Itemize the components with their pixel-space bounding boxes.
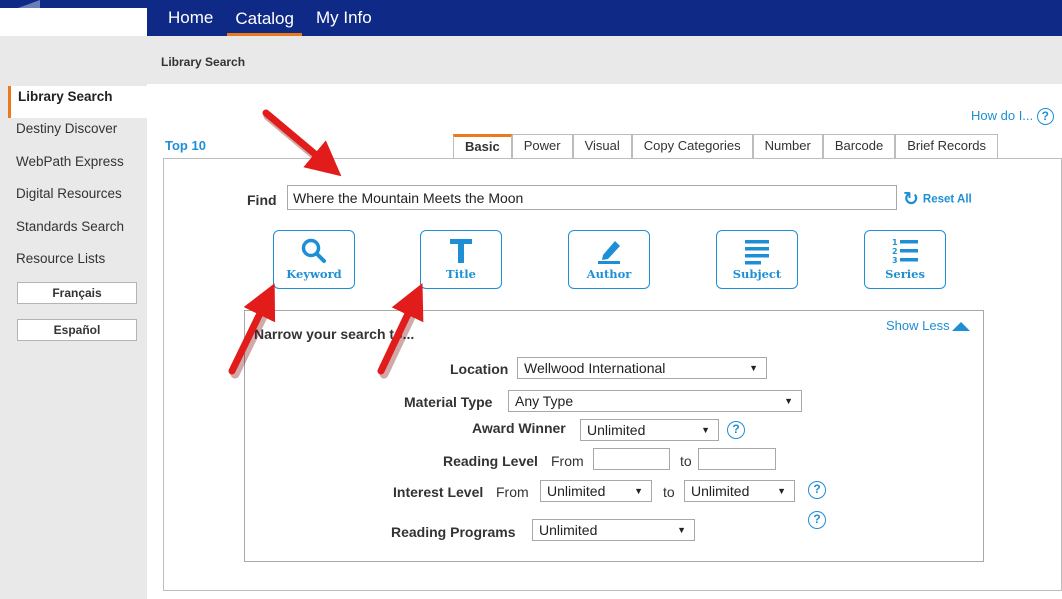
how-do-i-link[interactable]: How do I... ? — [971, 108, 1054, 126]
numbered-list-icon: 1 2 3 — [892, 238, 918, 265]
svg-text:1: 1 — [892, 238, 898, 247]
tab-barcode[interactable]: Barcode — [822, 134, 896, 159]
sidebar-item-webpath-express[interactable]: WebPath Express — [8, 151, 147, 183]
keyword-search-button[interactable]: Keyword — [273, 230, 355, 289]
programs-help-icon[interactable]: ? — [808, 511, 826, 529]
reading-level-from-input[interactable] — [593, 448, 670, 470]
page-title: Library Search — [161, 55, 246, 69]
reading-programs-value: Unlimited — [539, 522, 598, 538]
material-type-label: Material Type — [404, 394, 493, 410]
material-type-select[interactable]: Any Type ▼ — [508, 390, 802, 412]
nav-catalog[interactable]: Catalog — [227, 0, 302, 36]
find-label: Find — [247, 192, 277, 208]
interest-from-label: From — [496, 484, 529, 500]
award-winner-value: Unlimited — [587, 422, 646, 438]
nav-my-info[interactable]: My Info — [308, 0, 380, 36]
interest-from-value: Unlimited — [547, 483, 606, 499]
dropdown-arrow-icon: ▼ — [777, 486, 786, 496]
award-winner-select[interactable]: Unlimited ▼ — [580, 419, 719, 441]
show-less-label: Show Less — [886, 318, 950, 333]
reading-level-to-input[interactable] — [698, 448, 776, 470]
location-label: Location — [450, 361, 509, 377]
reading-programs-label: Reading Programs — [391, 524, 516, 540]
author-label: Author — [586, 267, 632, 281]
reading-to-label: to — [680, 453, 692, 469]
reading-from-label: From — [551, 453, 584, 469]
series-label: Series — [885, 267, 925, 281]
top-10-link[interactable]: Top 10 — [165, 138, 206, 153]
language-french-button[interactable]: Français — [17, 282, 137, 304]
author-search-button[interactable]: Author — [568, 230, 650, 289]
interest-to-value: Unlimited — [691, 483, 750, 499]
caret-up-icon — [951, 322, 970, 332]
location-select[interactable]: Wellwood International ▼ — [517, 357, 767, 379]
award-help-icon[interactable]: ? — [727, 421, 745, 439]
dropdown-arrow-icon: ▼ — [677, 525, 686, 535]
title-label: Title — [446, 267, 476, 281]
tab-copy-categories[interactable]: Copy Categories — [631, 134, 753, 159]
sidebar-item-library-search[interactable]: Library Search — [8, 86, 147, 118]
sidebar-item-digital-resources[interactable]: Digital Resources — [8, 183, 147, 215]
list-icon — [745, 240, 769, 265]
title-search-button[interactable]: Title — [420, 230, 502, 289]
sidebar-item-destiny-discover[interactable]: Destiny Discover — [8, 118, 147, 150]
dropdown-arrow-icon: ▼ — [749, 363, 758, 373]
subject-search-button[interactable]: Subject — [716, 230, 798, 289]
dropdown-arrow-icon: ▼ — [634, 486, 643, 496]
nav-home[interactable]: Home — [160, 0, 221, 36]
reset-all-button[interactable]: ↻ Reset All — [903, 188, 972, 211]
language-spanish-button[interactable]: Español — [17, 319, 137, 341]
pen-icon — [598, 241, 620, 264]
refresh-icon: ↻ — [903, 189, 919, 210]
search-tabs: Basic Power Visual Copy Categories Numbe… — [453, 134, 998, 159]
interest-level-from-select[interactable]: Unlimited ▼ — [540, 480, 652, 502]
sidebar-item-resource-lists[interactable]: Resource Lists — [8, 248, 147, 280]
interest-level-to-select[interactable]: Unlimited ▼ — [684, 480, 795, 502]
tab-visual[interactable]: Visual — [572, 134, 632, 159]
subject-label: Subject — [732, 267, 782, 281]
location-value: Wellwood International — [524, 360, 666, 376]
show-less-toggle[interactable]: Show Less — [886, 318, 970, 333]
tab-power[interactable]: Power — [511, 134, 573, 159]
tab-brief-records[interactable]: Brief Records — [895, 134, 998, 159]
nav-items: Home Catalog My Info — [160, 0, 380, 36]
interest-to-label: to — [663, 484, 675, 500]
material-type-value: Any Type — [515, 393, 574, 409]
find-input[interactable] — [287, 185, 897, 210]
search-icon — [301, 238, 326, 263]
interest-level-label: Interest Level — [393, 484, 484, 500]
interest-help-icon[interactable]: ? — [808, 481, 826, 499]
reading-programs-select[interactable]: Unlimited ▼ — [532, 519, 695, 541]
how-do-i-label: How do I... — [971, 108, 1034, 123]
svg-text:3: 3 — [892, 256, 898, 265]
tab-number[interactable]: Number — [752, 134, 823, 159]
top-nav: Home Catalog My Info — [0, 0, 1062, 36]
logo — [0, 0, 147, 36]
award-winner-label: Award Winner — [472, 420, 566, 436]
svg-text:2: 2 — [892, 247, 898, 256]
title-icon — [450, 239, 472, 263]
sidebar-item-standards-search[interactable]: Standards Search — [8, 216, 147, 248]
narrow-search-title: Narrow your search to... — [254, 326, 415, 342]
sub-header: Library Search — [0, 36, 1062, 84]
help-icon: ? — [1036, 108, 1054, 126]
dropdown-arrow-icon: ▼ — [784, 396, 793, 406]
keyword-label: Keyword — [286, 267, 342, 281]
dropdown-arrow-icon: ▼ — [701, 425, 710, 435]
tab-basic[interactable]: Basic — [453, 134, 512, 159]
logo-mark — [18, 0, 40, 8]
series-search-button[interactable]: 1 2 3 Series — [864, 230, 946, 289]
reading-level-label: Reading Level — [443, 453, 538, 469]
reset-all-label: Reset All — [922, 193, 972, 206]
